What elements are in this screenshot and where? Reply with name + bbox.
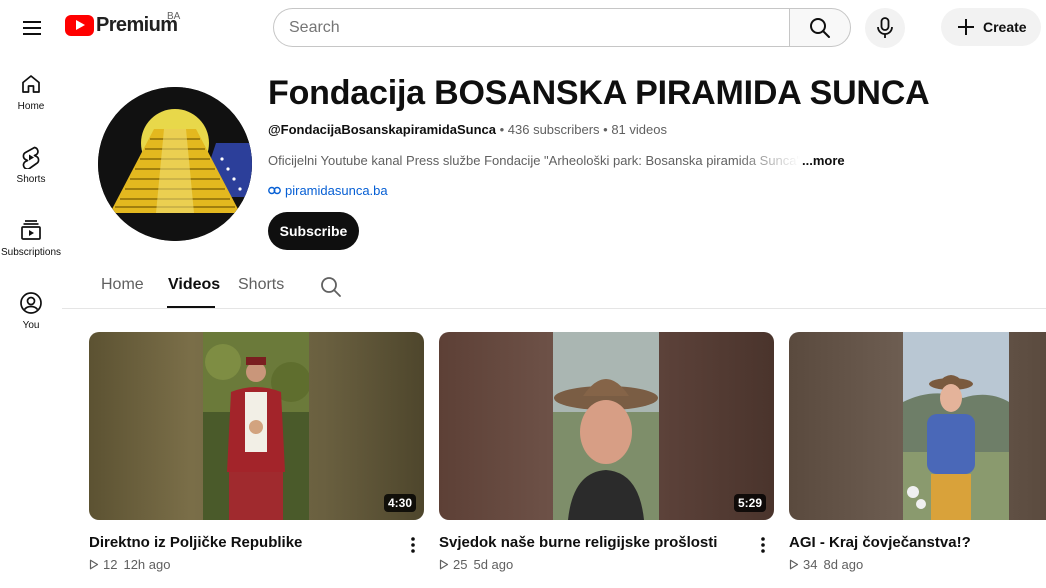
view-count: 34 (803, 557, 818, 572)
more-vert-icon (761, 537, 765, 553)
upload-age: 12h ago (123, 557, 171, 572)
video-thumbnail[interactable] (789, 332, 1046, 520)
home-icon (19, 72, 43, 96)
video-thumbnail[interactable]: 4:30 (89, 332, 424, 520)
you-icon (19, 291, 43, 315)
search-input[interactable] (273, 8, 790, 47)
channel-avatar[interactable] (98, 87, 252, 241)
sidebar-item-label: You (22, 320, 40, 331)
play-outline-icon (439, 559, 449, 570)
tab-shorts[interactable]: Shorts (238, 276, 284, 294)
subscriptions-icon (19, 218, 43, 242)
create-label: Create (983, 19, 1027, 35)
more-link[interactable]: ...more (802, 153, 845, 168)
create-button[interactable]: Create (941, 8, 1041, 46)
link-text: piramidasunca.ba (285, 183, 388, 198)
sidebar-item-label: Home (17, 101, 45, 112)
active-tab-indicator (167, 306, 215, 308)
sidebar-item-you[interactable]: You (0, 275, 62, 345)
channel-description[interactable]: Oficijelni Youtube kanal Press službe Fo… (268, 153, 848, 168)
voice-search-button[interactable] (865, 8, 905, 48)
video-title[interactable]: Svjedok naše burne religijske prošlosti (439, 534, 717, 551)
upload-age: 8d ago (823, 557, 864, 572)
sidebar-item-label: Shorts (16, 174, 46, 185)
plus-icon (958, 19, 974, 35)
thumbnail-image (203, 332, 309, 520)
video-title[interactable]: Direktno iz Poljičke Republike (89, 534, 302, 551)
subscriber-count: 436 subscribers (507, 122, 600, 137)
tab-home[interactable]: Home (101, 276, 144, 294)
microphone-icon (877, 17, 893, 38)
sidebar-item-subscriptions[interactable]: Subscriptions (0, 202, 62, 272)
description-text: Oficijelni Youtube kanal Press službe Fo… (268, 153, 800, 168)
view-count: 12 (103, 557, 118, 572)
channel-website-link[interactable]: piramidasunca.ba (268, 183, 388, 198)
video-duration: 5:29 (733, 494, 766, 512)
shorts-icon (19, 145, 43, 169)
video-card: AGI - Kraj čovječanstva!? 34 8d ago (789, 332, 1046, 588)
subscribe-button[interactable]: Subscribe (268, 212, 359, 250)
channel-search-button[interactable] (320, 276, 342, 298)
sidebar-item-label: Subscriptions (0, 247, 62, 258)
hamburger-icon (23, 21, 41, 35)
video-action-menu-button[interactable] (407, 534, 419, 556)
meta-separator: • (599, 122, 612, 137)
search-icon (321, 277, 341, 297)
sidebar-item-home[interactable]: Home (0, 56, 62, 126)
video-card: 5:29 Svjedok naše burne religijske prošl… (439, 332, 774, 572)
pyramid-logo-icon (98, 87, 252, 241)
play-outline-icon (789, 559, 799, 570)
search-icon (810, 17, 831, 38)
video-meta: 25 5d ago (439, 557, 513, 572)
view-count: 25 (453, 557, 468, 572)
logo-text: Premium (96, 14, 178, 36)
more-vert-icon (411, 537, 415, 553)
channel-handle: @FondacijaBosanskapiramidaSunca (268, 122, 496, 137)
link-icon (268, 186, 281, 195)
video-thumbnail[interactable]: 5:29 (439, 332, 774, 520)
video-meta: 34 8d ago (789, 557, 863, 572)
video-count: 81 videos (611, 122, 667, 137)
sidebar-item-shorts[interactable]: Shorts (0, 129, 62, 199)
play-outline-icon (89, 559, 99, 570)
search-bar (273, 8, 851, 47)
upload-age: 5d ago (473, 557, 514, 572)
channel-tabs: Home Videos Shorts (62, 262, 1046, 309)
youtube-play-icon (65, 15, 94, 36)
youtube-premium-logo[interactable]: Premium (65, 14, 178, 37)
top-bar: Premium BA Create (0, 0, 1046, 56)
tab-videos[interactable]: Videos (168, 276, 220, 294)
search-button[interactable] (789, 8, 851, 47)
video-duration: 4:30 (383, 494, 416, 512)
thumbnail-image (903, 332, 1009, 520)
guide-menu-button[interactable] (14, 10, 50, 46)
video-meta: 12 12h ago (89, 557, 170, 572)
meta-separator: • (495, 122, 508, 137)
channel-title: Fondacija BOSANSKA PIRAMIDA SUNCA (268, 74, 930, 112)
video-title[interactable]: AGI - Kraj čovječanstva!? (789, 534, 971, 551)
country-code: BA (167, 11, 181, 22)
video-action-menu-button[interactable] (757, 534, 769, 556)
video-card: 4:30 Direktno iz Poljičke Republike 12 1… (89, 332, 424, 572)
channel-meta: @FondacijaBosanskapiramidaSunca • 436 su… (268, 122, 667, 137)
thumbnail-image (553, 332, 659, 520)
